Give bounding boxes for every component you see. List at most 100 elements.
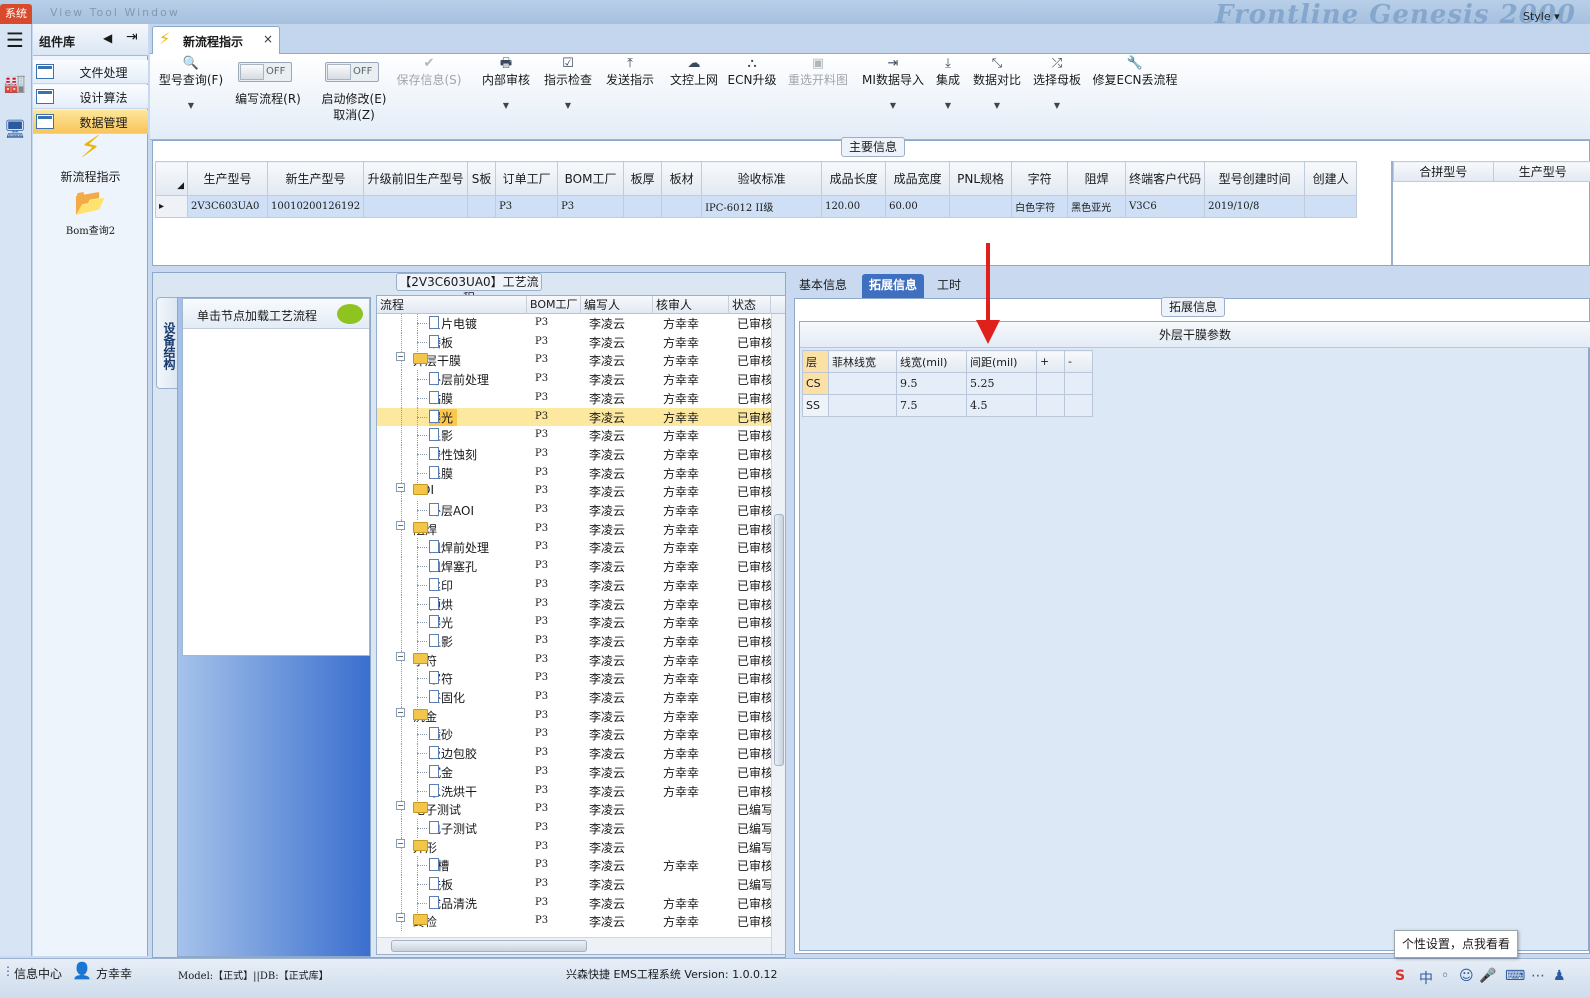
tree-node[interactable]: AOI xyxy=(413,483,438,497)
info-center-link[interactable]: 信息中心 xyxy=(14,965,62,982)
table-cell[interactable]: 2019/10/8 xyxy=(1204,195,1306,218)
tree-row[interactable]: 水洗烘干 P3 李凌云 方幸幸 已审核 xyxy=(377,781,771,801)
tree-node[interactable]: 外层AOI xyxy=(429,502,478,519)
table-cell[interactable] xyxy=(949,195,1013,218)
tree-row[interactable]: 外层前处理 P3 李凌云 方幸幸 已审核 xyxy=(377,370,771,390)
column-header[interactable]: 成品宽度 xyxy=(885,161,951,196)
column-header[interactable]: 字符 xyxy=(1011,161,1069,196)
tab-work-hours[interactable]: 工时 xyxy=(930,274,968,298)
punctuation-icon[interactable]: ◦ xyxy=(1441,968,1449,984)
bom-query-item[interactable]: Bom查询2 xyxy=(33,222,148,237)
table-cell[interactable] xyxy=(623,195,663,218)
tree-row[interactable]: 退膜 P3 李凌云 方幸幸 已审核 xyxy=(377,463,771,483)
table-cell[interactable]: V3C6 xyxy=(1125,195,1206,218)
scroll-thumb[interactable] xyxy=(391,940,587,952)
tree-node[interactable]: 沉金 xyxy=(429,764,457,781)
tree-row[interactable]: −沉金 P3 李凌云 方幸幸 已审核 xyxy=(377,706,771,726)
tree-row[interactable]: 曝光 P3 李凌云 方幸幸 已审核 xyxy=(377,407,771,427)
param-cell[interactable] xyxy=(1064,372,1093,395)
tree-row[interactable]: 阻焊塞孔 P3 李凌云 方幸幸 已审核 xyxy=(377,557,771,577)
hamburger-menu-icon[interactable]: ☰ xyxy=(1,26,29,54)
tree-node[interactable]: 预烘 xyxy=(429,596,457,613)
sidebar-item-2[interactable]: 数据管理 xyxy=(33,110,148,134)
ecn-upgrade-button[interactable]: ⛬ ECN升级 xyxy=(724,56,780,88)
param-cell[interactable] xyxy=(1064,394,1093,417)
tree-node[interactable]: 电子测试 xyxy=(413,801,465,818)
data-compare-button[interactable]: ⤡ 数据对比 ▼ xyxy=(968,56,1026,114)
model-query-button[interactable]: 🔍 型号查询(F) ▼ xyxy=(156,56,226,114)
chevron-down-icon[interactable]: ▼ xyxy=(156,98,226,114)
tree-node[interactable]: 阻焊塞孔 xyxy=(429,558,481,575)
tree-row[interactable]: − 外层干膜 P3 李凌云 方幸幸 已审核 xyxy=(377,351,771,371)
tree-node[interactable]: 字符 xyxy=(429,670,457,687)
merge-column-header[interactable]: 生产型号 xyxy=(1492,161,1590,182)
chevron-down-icon[interactable]: ▼ xyxy=(476,98,536,114)
col-reviewer[interactable]: 核审人 xyxy=(653,296,729,314)
tree-row[interactable]: 曝光 P3 李凌云 方幸幸 已审核 xyxy=(377,613,771,633)
tree-node[interactable]: 显影 xyxy=(429,633,457,650)
save-info-button[interactable]: ✔ 保存信息(S) xyxy=(394,56,464,88)
send-instruction-button[interactable]: ⤒ 发送指示 xyxy=(598,56,662,88)
select-master-board-button[interactable]: ⤮ 选择母板 ▼ xyxy=(1026,56,1088,114)
chevron-down-icon[interactable]: ▼ xyxy=(968,98,1026,114)
microphone-icon[interactable]: 🎤 xyxy=(1479,968,1496,984)
tree-row[interactable]: 外层AOI P3 李凌云 方幸幸 已审核 xyxy=(377,501,771,520)
tree-row[interactable]: 铣板 P3 李凌云 已编写 xyxy=(377,875,771,894)
tab-basic-info[interactable]: 基本信息 xyxy=(792,274,854,298)
tree-node[interactable]: 板边包胶 xyxy=(429,745,481,762)
expand-toggle-icon[interactable]: − xyxy=(396,838,405,848)
chevron-down-icon[interactable]: ▼ xyxy=(856,98,930,114)
horizontal-scrollbar[interactable] xyxy=(377,937,771,954)
table-cell[interactable]: 10010200126192 xyxy=(266,195,365,218)
tree-row[interactable]: 负片电镀 P3 李凌云 方幸幸 已审核 xyxy=(377,314,771,333)
remove-column-button[interactable]: - xyxy=(1064,350,1093,373)
column-header[interactable]: 型号创建时间 xyxy=(1204,161,1306,196)
param-column-header[interactable]: 层 xyxy=(802,350,829,373)
sidebar-item-1[interactable]: 设计算法 xyxy=(33,85,148,109)
personalize-tooltip[interactable]: 个性设置，点我看看 xyxy=(1394,930,1518,958)
check-instruction-button[interactable]: ☑ 指示检查 ▼ xyxy=(536,56,600,114)
new-process-item[interactable]: 新流程指示 xyxy=(33,168,148,185)
table-cell[interactable]: 白色字符 xyxy=(1011,195,1069,218)
tree-node[interactable]: 磨板 xyxy=(429,334,457,351)
param-row[interactable]: CS 9.5 5.25 xyxy=(802,372,1093,395)
tree-node[interactable]: 外层前处理 xyxy=(429,371,493,388)
lightning-icon[interactable]: ⚡ xyxy=(33,130,148,165)
expand-toggle-icon[interactable]: − xyxy=(396,913,405,923)
param-cell[interactable]: 4.5 xyxy=(966,394,1037,417)
reselect-cut-diagram-button[interactable]: ▣ 重选开料图 xyxy=(782,56,854,88)
tree-row[interactable]: 显影 P3 李凌云 方幸幸 已审核 xyxy=(377,631,771,651)
tree-node[interactable]: 曝光 xyxy=(429,408,458,426)
mi-import-button[interactable]: ⇥ MI数据导入 ▼ xyxy=(856,56,930,114)
table-cell[interactable] xyxy=(467,195,497,218)
column-header[interactable]: 板材 xyxy=(661,161,703,196)
expand-toggle-icon[interactable]: − xyxy=(396,520,405,530)
expand-toggle-icon[interactable]: − xyxy=(396,483,405,493)
keyboard-icon[interactable]: ⌨ xyxy=(1505,968,1525,984)
column-header[interactable]: PNL规格 xyxy=(949,161,1013,196)
tab-equipment-structure[interactable]: 设备结构 xyxy=(156,297,178,389)
tree-node[interactable]: 终检 xyxy=(413,913,441,930)
tree-row[interactable]: 沉金 P3 李凌云 方幸幸 已审核 xyxy=(377,762,771,782)
col-process[interactable]: 流程 xyxy=(377,296,527,314)
tree-node[interactable]: 负片电镀 xyxy=(429,315,481,332)
tree-row[interactable]: 预烘 P3 李凌云 方幸幸 已审核 xyxy=(377,594,771,614)
grid-corner[interactable]: ◢ xyxy=(155,161,188,196)
tree-row[interactable]: V槽 P3 李凌云 方幸幸 已审核 xyxy=(377,856,771,876)
column-header[interactable]: S板 xyxy=(467,161,497,196)
tree-node[interactable]: V槽 xyxy=(429,857,453,874)
folder-icon[interactable]: 📂 xyxy=(33,188,148,218)
tree-row[interactable]: 成品清洗 P3 李凌云 方幸幸 已审核 xyxy=(377,893,771,913)
fix-ecn-process-button[interactable]: 🔧 修复ECN丢流程 xyxy=(1090,56,1180,88)
table-cell[interactable] xyxy=(661,195,703,218)
column-header[interactable]: 终端客户代码 xyxy=(1125,161,1206,196)
tree-node[interactable]: 沉金 xyxy=(413,708,441,725)
write-process-toggle[interactable]: OFF xyxy=(238,62,292,82)
column-header[interactable]: 创建人 xyxy=(1304,161,1358,196)
side-node-header[interactable]: 单击节点加载工艺流程 xyxy=(183,299,369,329)
tree-node[interactable]: 丝印 xyxy=(429,577,457,594)
tree-row[interactable]: 电子测试 P3 李凌云 已编写 xyxy=(377,818,771,838)
info-center-icon[interactable]: ⋮ xyxy=(2,964,14,978)
tree-node[interactable]: 阻焊前处理 xyxy=(429,539,493,556)
column-header[interactable]: 升级前旧生产型号 xyxy=(363,161,469,196)
